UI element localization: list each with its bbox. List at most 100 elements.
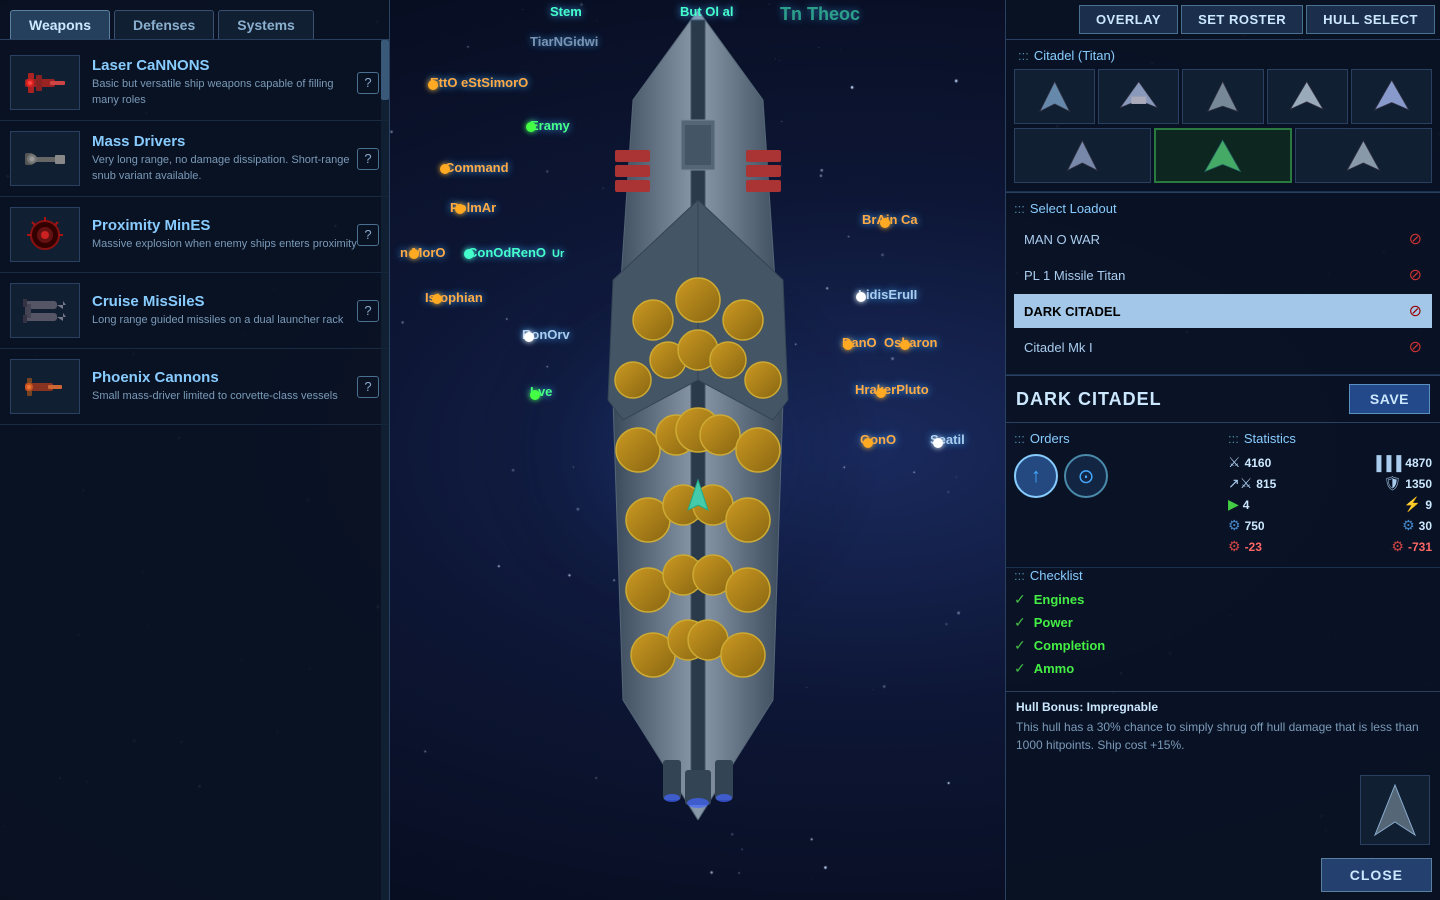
stat-speed2: 🛡 1350 bbox=[1384, 475, 1432, 492]
speed1-icon: ↗⚔ bbox=[1228, 475, 1252, 492]
ship-thumb-2[interactable] bbox=[1098, 69, 1179, 124]
ship-thumb-3[interactable] bbox=[1182, 69, 1263, 124]
mass-drivers-help[interactable]: ? bbox=[357, 148, 379, 170]
mass-driver-icon bbox=[20, 139, 70, 179]
dot-condren bbox=[464, 249, 474, 259]
dot-hraker bbox=[876, 388, 886, 398]
checklist-section: Checklist ✓ Engines ✓ Power ✓ Completion… bbox=[1006, 568, 1440, 691]
dot-eramy bbox=[526, 122, 536, 132]
hull-select-button[interactable]: HULL SELECT bbox=[1306, 5, 1435, 34]
cruise-missiles-name: Cruise MisSileS bbox=[92, 293, 357, 310]
stat-speed2-value: 1350 bbox=[1405, 477, 1432, 491]
weapon-item-cruise-missiles[interactable]: Cruise MisSileS Long range guided missil… bbox=[0, 273, 389, 349]
ship-area bbox=[390, 0, 1005, 900]
phoenix-cannons-help[interactable]: ? bbox=[357, 376, 379, 398]
left-panel: Weapons Defenses Systems Laser CaNNONS B… bbox=[0, 0, 390, 900]
stat-red1: ⚙ -23 bbox=[1228, 538, 1262, 555]
dot-ettoest bbox=[428, 80, 438, 90]
scroll-thumb[interactable] bbox=[381, 40, 389, 100]
ship-thumb-7-selected[interactable] bbox=[1154, 128, 1291, 183]
tab-defenses[interactable]: Defenses bbox=[114, 10, 214, 39]
laser-cannons-help[interactable]: ? bbox=[357, 72, 379, 94]
stats-section: Statistics ⚔ 4160 ▐▐▐ 4870 ↗⚔ 815 🛡 bbox=[1228, 431, 1432, 559]
loadout-citadel-mk1-delete[interactable]: ⊘ bbox=[1409, 337, 1422, 357]
overlay-button[interactable]: OVERLAY bbox=[1079, 5, 1178, 34]
save-button[interactable]: SAVE bbox=[1349, 384, 1430, 414]
stat-row-4: ⚙ 750 ⚙ 30 bbox=[1228, 517, 1432, 534]
order-btn-defend[interactable]: ⊙ bbox=[1064, 454, 1108, 498]
ship-grid-row1 bbox=[1014, 69, 1432, 124]
loadout-pl1[interactable]: PL 1 Missile Titan ⊘ bbox=[1014, 258, 1432, 292]
tab-bar: Weapons Defenses Systems bbox=[0, 0, 389, 40]
dot-command bbox=[440, 164, 450, 174]
blue2-icon: ⚙ bbox=[1402, 517, 1415, 534]
stat-row-1: ⚔ 4160 ▐▐▐ 4870 bbox=[1228, 454, 1432, 471]
weapon-item-phoenix-cannons[interactable]: Phoenix Cannons Small mass-driver limite… bbox=[0, 349, 389, 425]
red1-icon: ⚙ bbox=[1228, 538, 1241, 555]
weapon-icon-proximity-mines bbox=[10, 207, 80, 262]
stat-green2: ⚡ 9 bbox=[1404, 496, 1432, 513]
dot-brain bbox=[880, 218, 890, 228]
cruise-missiles-help[interactable]: ? bbox=[357, 300, 379, 322]
hull-bonus-section: Hull Bonus: Impregnable This hull has a … bbox=[1006, 691, 1440, 762]
weapon-item-proximity-mines[interactable]: Proximity MinES Massive explosion when e… bbox=[0, 197, 389, 273]
stat-blue2-value: 30 bbox=[1419, 519, 1432, 533]
ship-thumb-5[interactable] bbox=[1351, 69, 1432, 124]
orders-stats-section: Orders ↑ ⊙ Statistics ⚔ 4160 ▐▐▐ 4870 bbox=[1006, 423, 1440, 567]
stat-attack1-value: 4160 bbox=[1245, 456, 1272, 470]
loadout-man-o-war-delete[interactable]: ⊘ bbox=[1409, 229, 1422, 249]
loadout-dark-citadel-label: DARK CITADEL bbox=[1024, 304, 1409, 319]
top-nav: OVERLAY SET ROSTER HULL SELECT bbox=[1006, 0, 1440, 40]
loadout-title: Select Loadout bbox=[1014, 201, 1432, 216]
loadout-dark-citadel-delete[interactable]: ⊘ bbox=[1409, 301, 1422, 321]
red2-icon: ⚙ bbox=[1391, 538, 1404, 555]
close-button[interactable]: CLOSE bbox=[1321, 858, 1432, 892]
dot-osharon bbox=[900, 340, 910, 350]
ship-thumb-8[interactable] bbox=[1295, 128, 1432, 183]
bars-icon: ▐▐▐ bbox=[1372, 455, 1402, 471]
weapon-info-laser-cannons: Laser CaNNONS Basic but versatile ship w… bbox=[92, 57, 357, 108]
stats-title: Statistics bbox=[1228, 431, 1432, 446]
dot-liderul bbox=[856, 292, 866, 302]
dot-polmar bbox=[455, 204, 465, 214]
order-btn-attack[interactable]: ↑ bbox=[1014, 454, 1058, 498]
stat-attack2: ▐▐▐ 4870 bbox=[1372, 454, 1432, 471]
proximity-mines-name: Proximity MinES bbox=[92, 217, 357, 234]
sword-icon: ⚔ bbox=[1228, 454, 1241, 471]
weapon-item-mass-drivers[interactable]: Mass Drivers Very long range, no damage … bbox=[0, 121, 389, 197]
proximity-mines-help[interactable]: ? bbox=[357, 224, 379, 246]
loadout-citadel-mk1[interactable]: Citadel Mk I ⊘ bbox=[1014, 330, 1432, 364]
tab-systems[interactable]: Systems bbox=[218, 10, 314, 39]
stat-blue2: ⚙ 30 bbox=[1402, 517, 1432, 534]
tab-weapons[interactable]: Weapons bbox=[10, 10, 110, 39]
loadout-pl1-delete[interactable]: ⊘ bbox=[1409, 265, 1422, 285]
dot-lve bbox=[530, 390, 540, 400]
portrait-ship-svg bbox=[1365, 780, 1425, 840]
check-engines-label: Engines bbox=[1034, 592, 1085, 607]
ship-thumb-6[interactable] bbox=[1014, 128, 1151, 183]
weapon-item-laser-cannons[interactable]: Laser CaNNONS Basic but versatile ship w… bbox=[0, 45, 389, 121]
check-engines-icon: ✓ bbox=[1014, 591, 1026, 608]
scroll-track[interactable] bbox=[381, 40, 389, 900]
right-panel: OVERLAY SET ROSTER HULL SELECT Citadel (… bbox=[1005, 0, 1440, 900]
ship-thumb-1[interactable] bbox=[1014, 69, 1095, 124]
laser-cannons-desc: Basic but versatile ship weapons capable… bbox=[92, 77, 357, 108]
set-roster-button[interactable]: SET ROSTER bbox=[1181, 5, 1303, 34]
laser-cannon-icon bbox=[20, 63, 70, 103]
stat-attack2-value: 4870 bbox=[1405, 456, 1432, 470]
stat-attack1: ⚔ 4160 bbox=[1228, 454, 1271, 471]
hull-bonus-text: This hull has a 30% chance to simply shr… bbox=[1016, 718, 1430, 754]
ship-thumb-4[interactable] bbox=[1267, 69, 1348, 124]
checklist-power: ✓ Power bbox=[1014, 614, 1432, 631]
phoenix-cannons-desc: Small mass-driver limited to corvette-cl… bbox=[92, 389, 357, 404]
order-buttons: ↑ ⊙ bbox=[1014, 454, 1218, 498]
stat-red2: ⚙ -731 bbox=[1391, 538, 1432, 555]
weapon-info-cruise-missiles: Cruise MisSileS Long range guided missil… bbox=[92, 293, 357, 328]
phoenix-cannon-icon bbox=[20, 367, 70, 407]
cruise-missiles-desc: Long range guided missiles on a dual lau… bbox=[92, 313, 357, 328]
loadout-man-o-war[interactable]: MAN O WAR ⊘ bbox=[1014, 222, 1432, 256]
stat-speed1-value: 815 bbox=[1256, 477, 1276, 491]
loadout-dark-citadel[interactable]: DARK CITADEL ⊘ bbox=[1014, 294, 1432, 328]
check-power-label: Power bbox=[1034, 615, 1073, 630]
stat-row-5: ⚙ -23 ⚙ -731 bbox=[1228, 538, 1432, 555]
